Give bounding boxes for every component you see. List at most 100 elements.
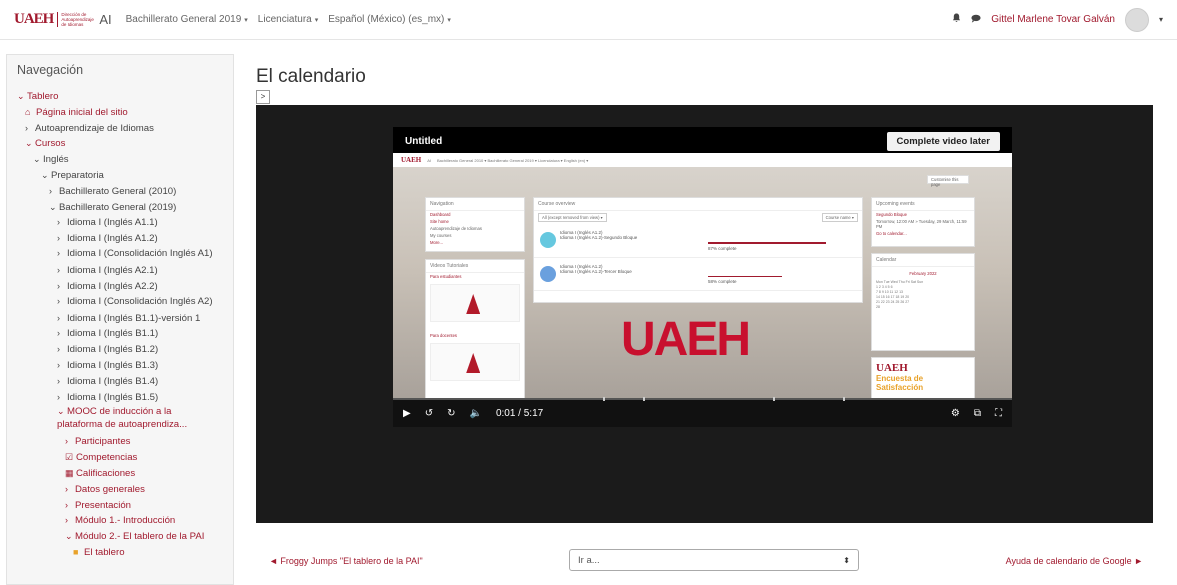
- inner-course-image: [540, 265, 556, 282]
- inner-nav-item: More...: [430, 240, 444, 245]
- jump-to-select[interactable]: Ir a... ⬍: [569, 549, 859, 571]
- nav-mooc[interactable]: ⌄ MOOC de inducción a la plataforma de au…: [17, 405, 207, 431]
- nav-presentacion[interactable]: › Presentación: [17, 498, 223, 514]
- nav-home[interactable]: ⌂ Página inicial del sitio: [17, 105, 223, 121]
- nav-b11[interactable]: › Idioma I (Inglés B1.1): [17, 326, 223, 342]
- rewind-icon[interactable]: ↺: [425, 408, 433, 419]
- nav-consa2[interactable]: › Idioma I (Consolidación Inglés A2): [17, 295, 223, 308]
- chat-icon[interactable]: [971, 14, 981, 26]
- inner-slide: [430, 343, 520, 381]
- inner-videos-panel: Videos Tutoriales Para estudiantes Para …: [425, 259, 525, 400]
- nav-modulo1[interactable]: › Módulo 1.- Introducción: [17, 513, 223, 529]
- inner-course-overview: Course overview All (except removed from…: [533, 197, 863, 303]
- inner-course-info: Idioma I (Inglés A1.2) Idioma I (Inglés …: [560, 264, 856, 284]
- chevron-right-icon: ›: [57, 312, 60, 323]
- menu-language[interactable]: Español (México) (es_mx) ▾: [328, 14, 451, 25]
- user-menu[interactable]: Gittel Marlene Tovar Galván: [991, 14, 1115, 25]
- inner-calendar-header: Calendar: [872, 254, 974, 267]
- chevron-right-icon: ›: [57, 375, 60, 386]
- video-timeline[interactable]: [393, 397, 1012, 401]
- picture-in-picture-icon[interactable]: ⧉: [974, 408, 981, 419]
- nav-datos[interactable]: › Datos generales: [17, 482, 223, 498]
- nav-b14[interactable]: › Idioma I (Inglés B1.4): [17, 374, 223, 390]
- main-region: El calendario >: [256, 54, 1156, 104]
- inner-promo-line: Satisfacción: [876, 383, 924, 392]
- inner-teachers-label: Para docentes: [430, 333, 458, 338]
- volume-icon[interactable]: 🔈: [469, 408, 481, 419]
- forward-icon[interactable]: ↻: [447, 408, 455, 419]
- chevron-down-icon: ⌄: [49, 201, 57, 212]
- nav-b15[interactable]: › Idioma I (Inglés B1.5): [17, 390, 223, 406]
- inner-calendar-panel: Calendar February 2022 Mon Tue Wed Thu F…: [871, 253, 975, 351]
- bell-icon[interactable]: [952, 13, 961, 26]
- inner-sort: Course name ▾: [821, 213, 858, 222]
- nav-a21[interactable]: › Idioma I (Inglés A2.1): [17, 263, 223, 279]
- nav-eltablero[interactable]: ■ El tablero: [17, 545, 223, 561]
- fullscreen-icon[interactable]: ⛶: [995, 408, 1002, 419]
- inner-progress-text: 87% complete: [708, 245, 737, 251]
- chevron-down-icon: ⌄: [41, 169, 49, 180]
- nav-ingles[interactable]: ⌄ Inglés: [17, 152, 223, 168]
- menu-licenciatura[interactable]: Licenciatura ▾: [258, 14, 318, 25]
- next-activity-link[interactable]: Ayuda de calendario de Google ►: [1006, 556, 1143, 566]
- inner-calendar-grid: Mon Tue Wed Thu Fri Sat Sun 1 2 3 4 5 6 …: [872, 277, 974, 313]
- nav-b11v1[interactable]: › Idioma I (Inglés B1.1)-versión 1: [17, 311, 223, 327]
- nav-competencias[interactable]: ☑ Competencias: [17, 450, 223, 466]
- inner-course-info: Idioma I (Inglés A1.2) Idioma I (Inglés …: [560, 230, 856, 251]
- inner-course-name: Idioma I (Inglés A1.2)-Tercer Bloque: [560, 268, 632, 274]
- nav-a11[interactable]: › Idioma I (Inglés A1.1): [17, 215, 223, 231]
- complete-later-button[interactable]: Complete video later: [886, 131, 1000, 151]
- inner-promo-line: Encuesta de: [876, 374, 924, 383]
- inner-overview-header: Course overview: [534, 198, 862, 211]
- nav-b13[interactable]: › Idioma I (Inglés B1.3): [17, 358, 223, 374]
- avatar[interactable]: [1124, 7, 1149, 32]
- video-controls-right: ⚙ ⧉ ⛶: [951, 408, 1002, 419]
- video-time: 0:01 / 5:17: [495, 408, 544, 419]
- home-icon: ⌂: [25, 106, 31, 117]
- nav-cursos[interactable]: ⌄ Cursos: [17, 136, 223, 152]
- nav-autoaprendizaje[interactable]: › Autoaprendizaje de Idiomas: [17, 121, 223, 137]
- inner-filter: All (except removed from view) ▾: [538, 213, 607, 222]
- nav-modulo2[interactable]: ⌄ Módulo 2.- El tablero de la PAI: [17, 529, 223, 545]
- brand-name[interactable]: AI: [99, 12, 111, 27]
- site-logo[interactable]: UAEH Dirección de Autoaprendizaje de Idi…: [14, 11, 94, 28]
- checkbox-icon: ☑: [65, 452, 74, 463]
- inner-slide-figure: [466, 294, 481, 314]
- prev-activity-link[interactable]: ◄ Froggy Jumps "El tablero de la PAI": [269, 556, 423, 566]
- logo-subtitle: Dirección de Autoaprendizaje de Idiomas: [57, 12, 94, 27]
- nav-preparatoria[interactable]: ⌄ Preparatoria: [17, 168, 223, 184]
- inner-promo-brand: UAEH: [876, 362, 908, 374]
- user-area: Gittel Marlene Tovar Galván ▾: [952, 7, 1163, 32]
- play-icon[interactable]: ▶: [403, 408, 411, 419]
- nav-b12[interactable]: › Idioma I (Inglés B1.2): [17, 342, 223, 358]
- inner-nav-item: Dashboard: [430, 212, 451, 217]
- inner-logo: UAEH: [401, 156, 422, 164]
- nav-bach2010[interactable]: › Bachillerato General (2010): [17, 184, 223, 200]
- table-icon: ▦: [65, 467, 74, 478]
- inner-navbar: UAEH AI Bachillerato General 2010 ▾ Bach…: [393, 153, 1012, 167]
- nav-bach2019[interactable]: ⌄ Bachillerato General (2019): [17, 200, 223, 216]
- chevron-down-icon: ⌄: [33, 154, 41, 165]
- chapter-marker: [603, 397, 605, 401]
- inner-videos-header: Videos Tutoriales: [426, 260, 524, 273]
- settings-gear-icon[interactable]: ⚙: [951, 408, 960, 419]
- chevron-down-icon[interactable]: ▾: [1159, 15, 1163, 24]
- chevron-down-icon: ⌄: [25, 138, 33, 149]
- chevron-down-icon: ▾: [447, 17, 451, 24]
- nav-a22[interactable]: › Idioma I (Inglés A2.2): [17, 279, 223, 295]
- chevron-right-icon: ›: [57, 280, 60, 291]
- inner-course-image: [540, 232, 556, 249]
- inner-brand: AI: [427, 157, 432, 163]
- chapter-marker: [843, 397, 845, 401]
- video-player[interactable]: Untitled Complete video later UAEH AI Ba…: [393, 127, 1012, 427]
- nav-consa1[interactable]: › Idioma I (Consolidación Inglés A1): [17, 247, 223, 260]
- block-toggle-button[interactable]: >: [256, 90, 270, 104]
- nav-participantes[interactable]: › Participantes: [17, 434, 223, 450]
- nav-a12[interactable]: › Idioma I (Inglés A1.2): [17, 231, 223, 247]
- menu-bachillerato[interactable]: Bachillerato General 2019 ▾: [126, 14, 248, 25]
- chevron-right-icon: ›: [65, 499, 68, 510]
- nav-tablero[interactable]: ⌄ Tablero: [17, 89, 223, 105]
- chevron-down-icon: ⌄: [17, 91, 25, 101]
- nav-calificaciones[interactable]: ▦ Calificaciones: [17, 466, 223, 482]
- chevron-right-icon: ›: [57, 344, 60, 355]
